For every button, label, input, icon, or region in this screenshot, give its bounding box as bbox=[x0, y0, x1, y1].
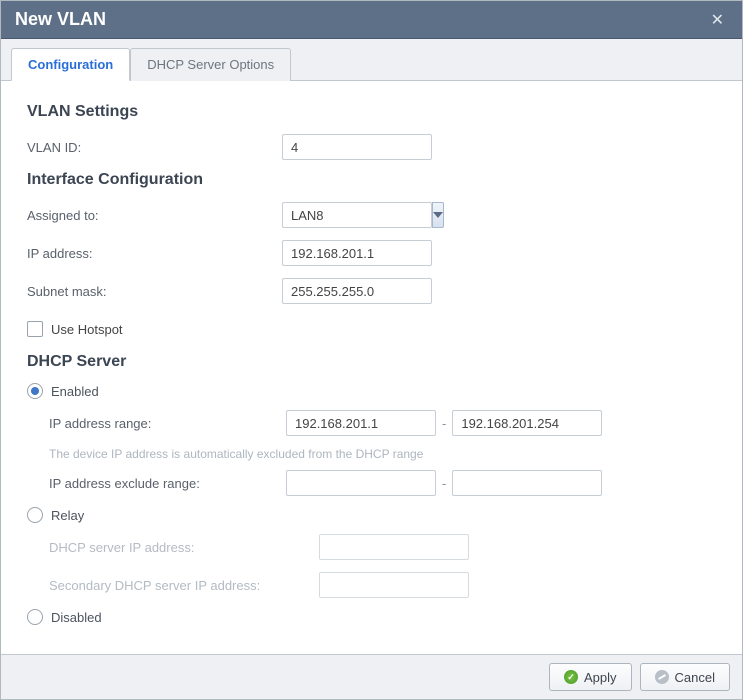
label-secondary-dhcp-ip: Secondary DHCP server IP address: bbox=[49, 578, 319, 593]
range-separator-2: - bbox=[442, 476, 446, 491]
ip-range-start-input[interactable] bbox=[286, 410, 436, 436]
row-ip-range: IP address range: - bbox=[27, 409, 716, 437]
checkmark-icon bbox=[564, 670, 578, 684]
apply-button[interactable]: Apply bbox=[549, 663, 632, 691]
row-vlan-id: VLAN ID: bbox=[27, 133, 716, 161]
label-dhcp-relay[interactable]: Relay bbox=[51, 508, 84, 523]
row-dhcp-disabled: Disabled bbox=[27, 609, 716, 625]
range-separator: - bbox=[442, 416, 446, 431]
vlan-id-input[interactable] bbox=[282, 134, 432, 160]
cancel-button[interactable]: Cancel bbox=[640, 663, 730, 691]
dhcp-server-ip-input bbox=[319, 534, 469, 560]
exclude-range-end-input[interactable] bbox=[452, 470, 602, 496]
section-dhcp-server: DHCP Server bbox=[27, 353, 716, 371]
row-dhcp-enabled: Enabled bbox=[27, 383, 716, 399]
dialog-title: New VLAN bbox=[15, 9, 106, 30]
exclude-range-start-input[interactable] bbox=[286, 470, 436, 496]
dialog-body: VLAN Settings VLAN ID: Interface Configu… bbox=[1, 81, 742, 654]
label-dhcp-server-ip: DHCP server IP address: bbox=[49, 540, 319, 555]
chevron-down-icon[interactable] bbox=[432, 202, 444, 228]
ip-address-input[interactable] bbox=[282, 240, 432, 266]
dhcp-range-note: The device IP address is automatically e… bbox=[27, 447, 716, 461]
row-subnet-mask: Subnet mask: bbox=[27, 277, 716, 305]
label-assigned-to: Assigned to: bbox=[27, 208, 282, 223]
section-vlan-settings: VLAN Settings bbox=[27, 103, 716, 121]
new-vlan-dialog: New VLAN ✕ Configuration DHCP Server Opt… bbox=[0, 0, 743, 700]
dhcp-disabled-radio[interactable] bbox=[27, 609, 43, 625]
tab-dhcp-server-options[interactable]: DHCP Server Options bbox=[130, 48, 291, 81]
dhcp-enabled-radio[interactable] bbox=[27, 383, 43, 399]
dhcp-relay-radio[interactable] bbox=[27, 507, 43, 523]
cancel-label: Cancel bbox=[675, 670, 715, 685]
apply-label: Apply bbox=[584, 670, 617, 685]
label-dhcp-disabled[interactable]: Disabled bbox=[51, 610, 102, 625]
titlebar: New VLAN ✕ bbox=[1, 1, 742, 39]
close-icon[interactable]: ✕ bbox=[707, 10, 728, 30]
tab-configuration[interactable]: Configuration bbox=[11, 48, 130, 81]
label-ip-address: IP address: bbox=[27, 246, 282, 261]
secondary-dhcp-ip-input bbox=[319, 572, 469, 598]
tab-bar: Configuration DHCP Server Options bbox=[1, 39, 742, 81]
label-exclude-range: IP address exclude range: bbox=[49, 476, 286, 491]
row-dhcp-relay: Relay bbox=[27, 507, 716, 523]
label-dhcp-enabled[interactable]: Enabled bbox=[51, 384, 99, 399]
row-use-hotspot: Use Hotspot bbox=[27, 315, 716, 343]
row-assigned-to: Assigned to: bbox=[27, 201, 716, 229]
label-use-hotspot[interactable]: Use Hotspot bbox=[51, 322, 123, 337]
row-exclude-range: IP address exclude range: - bbox=[27, 469, 716, 497]
label-subnet-mask: Subnet mask: bbox=[27, 284, 282, 299]
subnet-mask-input[interactable] bbox=[282, 278, 432, 304]
use-hotspot-checkbox[interactable] bbox=[27, 321, 43, 337]
assigned-to-select[interactable] bbox=[282, 202, 432, 228]
label-ip-range: IP address range: bbox=[49, 416, 286, 431]
row-ip-address: IP address: bbox=[27, 239, 716, 267]
row-relay-secondary: Secondary DHCP server IP address: bbox=[27, 571, 716, 599]
assigned-to-input[interactable] bbox=[282, 202, 432, 228]
cancel-icon bbox=[655, 670, 669, 684]
label-vlan-id: VLAN ID: bbox=[27, 140, 282, 155]
row-relay-primary: DHCP server IP address: bbox=[27, 533, 716, 561]
ip-range-end-input[interactable] bbox=[452, 410, 602, 436]
dialog-footer: Apply Cancel bbox=[1, 654, 742, 699]
section-interface-config: Interface Configuration bbox=[27, 171, 716, 189]
